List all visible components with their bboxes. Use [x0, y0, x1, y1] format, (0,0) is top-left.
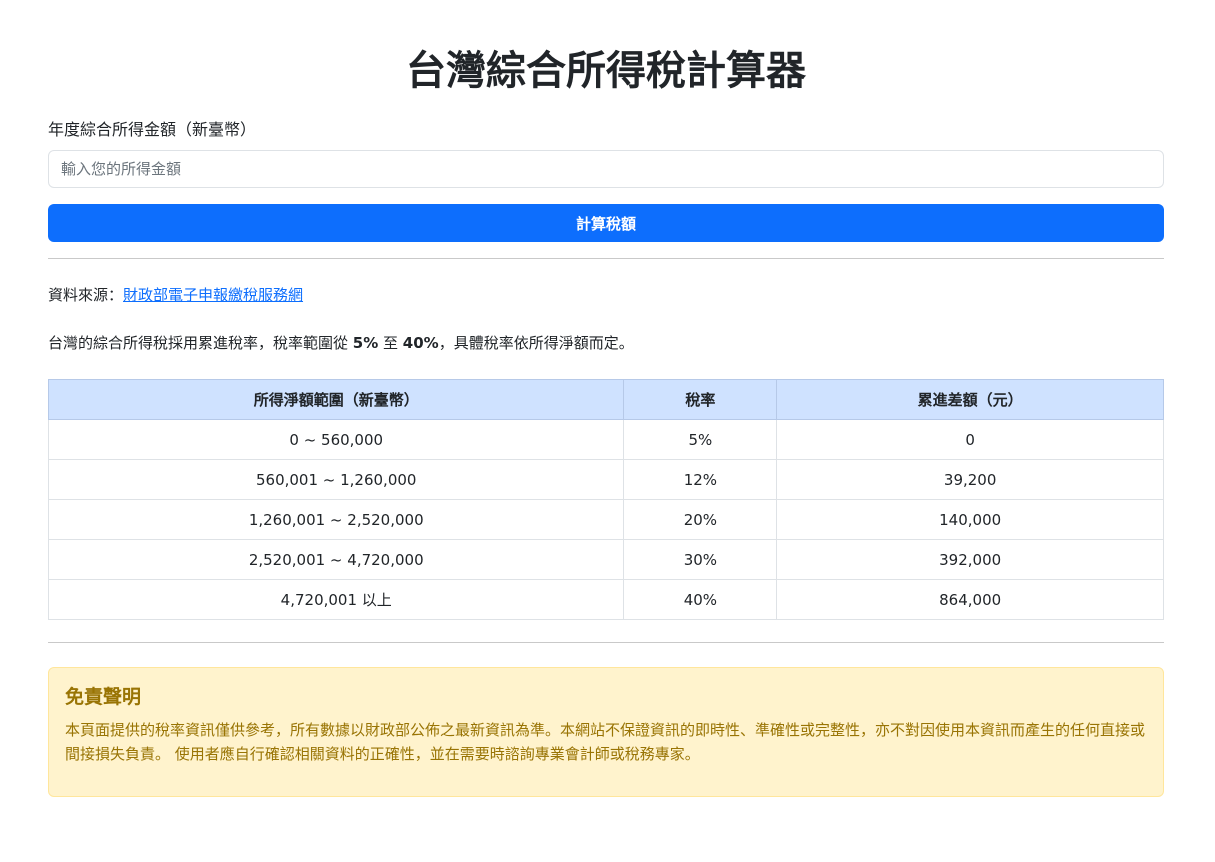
- divider-bottom: [48, 642, 1164, 643]
- cell-tax-rate: 40%: [623, 579, 778, 620]
- cell-tax-rate: 20%: [623, 499, 778, 540]
- disclaimer-alert: 免責聲明 本頁面提供的稅率資訊僅供參考，所有數據以財政部公佈之最新資訊為準。本網…: [48, 667, 1164, 797]
- tax-rate-table: 所得淨額範圍（新臺幣） 稅率 累進差額（元） 0 ~ 560,000 5% 0 …: [47, 379, 1164, 620]
- cell-progressive-difference: 140,000: [776, 499, 1164, 540]
- cell-income-range: 2,520,001 ~ 4,720,000: [47, 539, 625, 580]
- income-input[interactable]: [48, 150, 1164, 188]
- cell-progressive-difference: 0: [776, 419, 1164, 460]
- source-link[interactable]: 財政部電子申報繳稅服務網: [123, 286, 303, 304]
- page-title: 台灣綜合所得稅計算器: [406, 48, 806, 94]
- cell-progressive-difference: 864,000: [776, 579, 1164, 620]
- cell-tax-rate: 12%: [623, 459, 778, 500]
- table-header-row: 所得淨額範圍（新臺幣） 稅率 累進差額（元）: [47, 379, 1164, 420]
- disclaimer-body: 本頁面提供的稅率資訊僅供參考，所有數據以財政部公佈之最新資訊為準。本網站不保證資…: [65, 721, 1146, 763]
- cell-progressive-difference: 39,200: [776, 459, 1164, 500]
- tax-description: 台灣的綜合所得稅採用累進稅率，稅率範圍從 5% 至 40%，具體稅率依所得淨額而…: [48, 333, 634, 353]
- disclaimer-title: 免責聲明: [65, 686, 142, 708]
- data-source: 資料來源：財政部電子申報繳稅服務網: [48, 285, 303, 305]
- cell-progressive-difference: 392,000: [776, 539, 1164, 580]
- header-income-range: 所得淨額範圍（新臺幣）: [47, 379, 625, 420]
- desc-part2: 至: [378, 334, 403, 352]
- desc-part1: 台灣的綜合所得稅採用累進稅率，稅率範圍從: [48, 334, 353, 352]
- desc-max-rate: 40%: [402, 334, 439, 352]
- cell-income-range: 1,260,001 ~ 2,520,000: [47, 499, 625, 540]
- source-prefix: 資料來源：: [48, 286, 124, 304]
- desc-part3: ，具體稅率依所得淨額而定。: [438, 334, 634, 352]
- cell-tax-rate: 30%: [623, 539, 778, 580]
- header-progressive-difference: 累進差額（元）: [776, 379, 1164, 420]
- income-label: 年度綜合所得金額（新臺幣）: [48, 120, 257, 139]
- cell-income-range: 560,001 ~ 1,260,000: [47, 459, 625, 500]
- table-row: 4,720,001 以上 40% 864,000: [47, 579, 1164, 620]
- table-row: 1,260,001 ~ 2,520,000 20% 140,000: [47, 499, 1164, 540]
- desc-min-rate: 5%: [352, 334, 379, 352]
- header-tax-rate: 稅率: [623, 379, 778, 420]
- cell-tax-rate: 5%: [623, 419, 778, 460]
- cell-income-range: 4,720,001 以上: [47, 579, 625, 620]
- cell-income-range: 0 ~ 560,000: [47, 419, 625, 460]
- table-row: 0 ~ 560,000 5% 0: [47, 419, 1164, 460]
- table-row: 2,520,001 ~ 4,720,000 30% 392,000: [47, 539, 1164, 580]
- calculate-tax-button[interactable]: 計算稅額: [48, 204, 1164, 242]
- divider-top: [48, 258, 1164, 259]
- table-row: 560,001 ~ 1,260,000 12% 39,200: [47, 459, 1164, 500]
